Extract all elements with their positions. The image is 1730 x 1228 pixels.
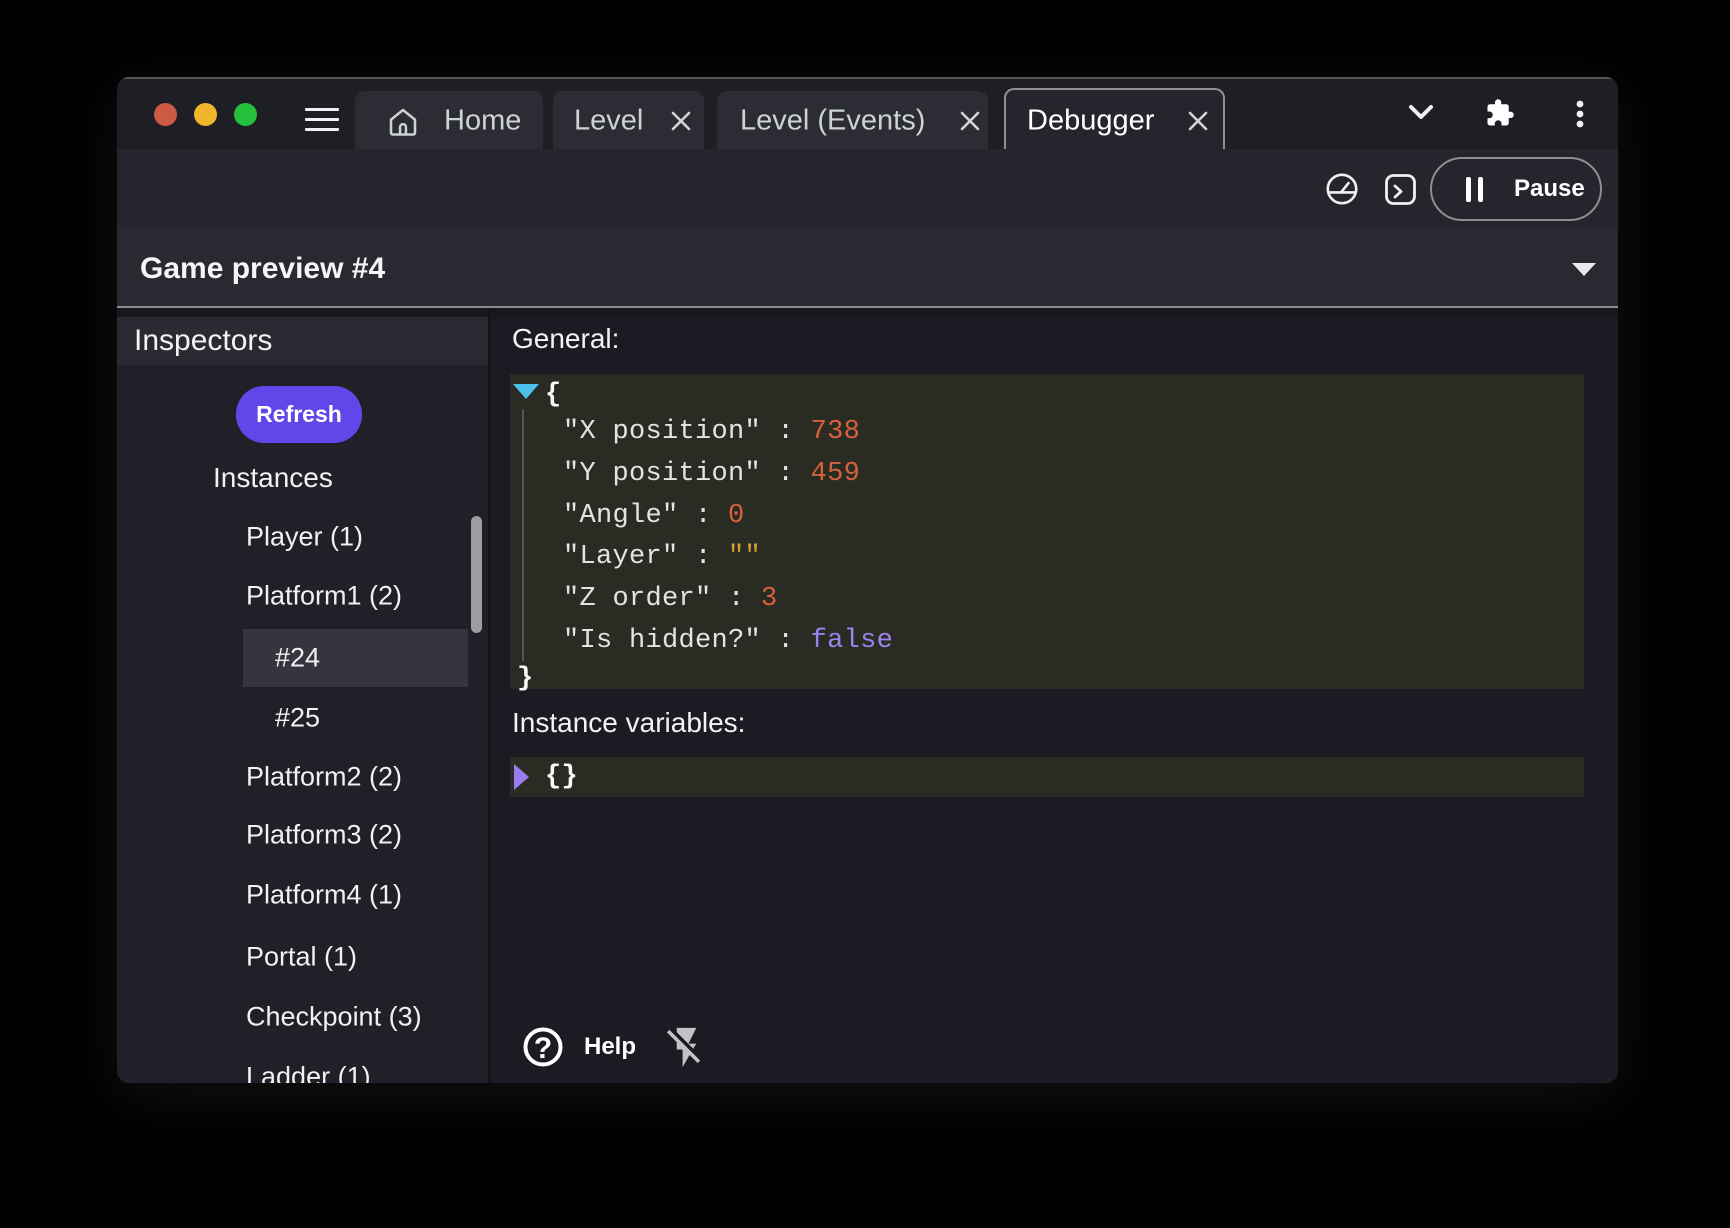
svg-text:?: ? — [534, 1032, 552, 1065]
